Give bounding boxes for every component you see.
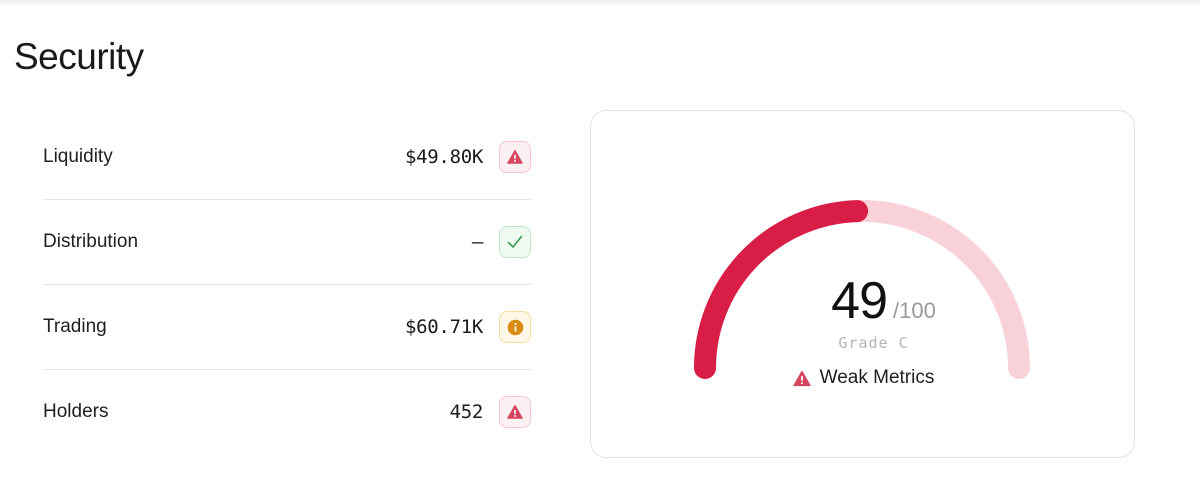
metric-label: Holders <box>43 401 109 422</box>
page-title: Security <box>14 36 144 77</box>
score-card: 49/100 Grade C Weak Metrics <box>590 110 1135 458</box>
status-text: Weak Metrics <box>819 367 935 388</box>
metrics-list: Liquidity $49.80K Distribution — Trading <box>43 115 531 454</box>
metric-row-liquidity: Liquidity $49.80K <box>43 115 531 200</box>
security-page: Security Liquidity $49.80K Distribution … <box>0 0 1200 491</box>
warning-triangle-icon <box>792 370 811 387</box>
metric-label: Trading <box>43 316 107 337</box>
metric-row-distribution: Distribution — <box>43 200 531 285</box>
warning-triangle-icon <box>507 405 523 419</box>
info-badge[interactable] <box>499 311 531 343</box>
metric-value: 452 <box>449 401 484 423</box>
metric-label: Liquidity <box>43 146 113 167</box>
warning-triangle-icon <box>507 150 523 164</box>
warning-badge[interactable] <box>499 141 531 173</box>
metric-value: $49.80K <box>405 146 483 168</box>
top-divider <box>0 0 1200 6</box>
metric-value: — <box>471 231 483 253</box>
score-status: Weak Metrics <box>591 367 1136 389</box>
score-display: 49/100 <box>591 271 1136 331</box>
success-badge[interactable] <box>499 226 531 258</box>
metric-row-trading: Trading $60.71K <box>43 285 531 370</box>
check-icon <box>507 235 523 248</box>
score-max: /100 <box>893 298 936 323</box>
score-value: 49 <box>831 272 888 330</box>
grade-label: Grade C <box>838 334 909 352</box>
info-circle-icon <box>507 319 523 335</box>
metric-label: Distribution <box>43 231 139 252</box>
metric-row-holders: Holders 452 <box>43 370 531 454</box>
metric-value: $60.71K <box>405 316 483 338</box>
warning-badge[interactable] <box>499 396 531 428</box>
